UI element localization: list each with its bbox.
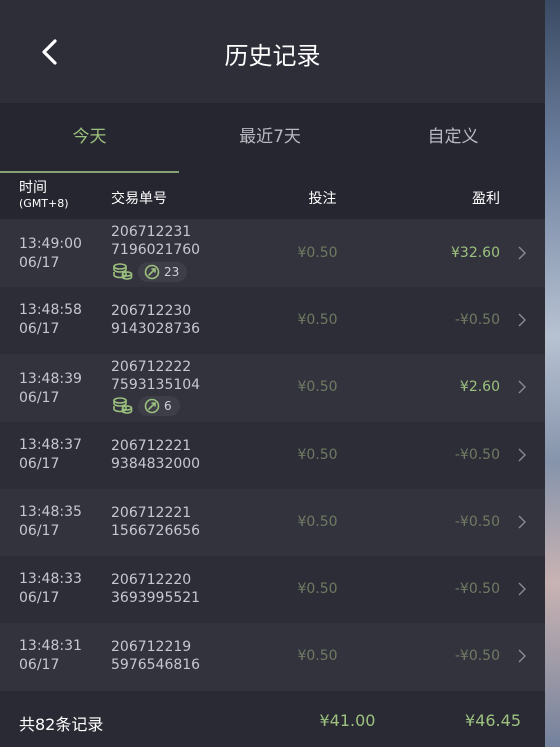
order-number-line1: 206712221 (111, 438, 192, 454)
column-header-timezone: (GMT+8) (19, 197, 69, 210)
order-number-line1: 206712230 (111, 303, 192, 319)
free-spin-badge: 6 (138, 396, 180, 416)
row-order-number: 206712222 7593135104 (111, 358, 200, 394)
row-date-value: 06/17 (19, 590, 60, 606)
row-order-number: 206712220 3693995521 (111, 571, 200, 607)
row-profit: -¥0.50 (454, 514, 500, 530)
tab-bar: 今天 最近7天 自定义 (0, 103, 545, 173)
row-bet: ¥0.50 (297, 648, 338, 664)
chevron-right-icon (514, 312, 530, 328)
tab-custom[interactable]: 自定义 (361, 103, 545, 173)
table-row[interactable]: 13:48:35 06/17 206712221 1566726656 ¥0.5… (0, 489, 545, 556)
table-row[interactable]: 13:48:31 06/17 206712219 5976546816 ¥0.5… (0, 623, 545, 691)
row-time-value: 13:48:39 (19, 371, 82, 387)
row-bet: ¥0.50 (297, 447, 338, 463)
column-header-time: 时间 (GMT+8) (19, 180, 69, 212)
row-order-number: 206712221 1566726656 (111, 504, 200, 540)
chevron-right-icon (514, 514, 530, 530)
order-number-line2: 9384832000 (111, 456, 201, 472)
total-bet: ¥41.00 (319, 711, 376, 730)
order-number-line1: 206712231 (111, 224, 192, 240)
row-date-value: 06/17 (19, 456, 60, 472)
spin-icon (144, 398, 160, 414)
chevron-right-icon (514, 379, 530, 395)
table-row[interactable]: 13:48:33 06/17 206712220 3693995521 ¥0.5… (0, 556, 545, 623)
row-time-value: 13:48:37 (19, 437, 82, 453)
coins-icon (113, 397, 133, 414)
chevron-right-icon (514, 245, 530, 261)
table-row[interactable]: 13:48:37 06/17 206712221 9384832000 ¥0.5… (0, 422, 545, 489)
row-date-value: 06/17 (19, 390, 60, 406)
order-number-line2: 7196021760 (111, 242, 201, 258)
row-profit: -¥0.50 (454, 581, 500, 597)
total-profit: ¥46.45 (465, 711, 521, 730)
free-spin-count: 6 (164, 399, 172, 413)
row-time: 13:48:33 06/17 (19, 570, 82, 608)
row-order-number: 206712221 9384832000 (111, 437, 200, 473)
page-title: 历史记录 (224, 42, 321, 70)
free-spin-badge: 23 (138, 262, 188, 282)
row-bet: ¥0.50 (297, 312, 338, 328)
chevron-right-icon (514, 648, 530, 664)
row-time: 13:48:35 06/17 (19, 503, 82, 541)
row-time-value: 13:49:00 (19, 236, 82, 252)
order-number-line2: 1566726656 (111, 523, 201, 539)
free-spin-count: 23 (164, 265, 180, 279)
row-order-number: 206712219 5976546816 (111, 638, 200, 674)
row-profit: ¥32.60 (451, 245, 500, 261)
order-number-line2: 7593135104 (111, 377, 201, 393)
order-number-line1: 206712219 (111, 639, 192, 655)
column-headers: 时间 (GMT+8) 交易单号 投注 盈利 (0, 173, 545, 219)
table-row[interactable]: 13:49:00 06/17 206712231 7196021760 23 ¥… (0, 219, 545, 287)
row-profit: -¥0.50 (454, 447, 500, 463)
column-header-bet: 投注 (308, 191, 337, 207)
row-time: 13:48:37 06/17 (19, 436, 82, 474)
row-profit: -¥0.50 (454, 648, 500, 664)
order-number-line1: 206712222 (111, 359, 192, 375)
table-row[interactable]: 13:48:58 06/17 206712230 9143028736 ¥0.5… (0, 287, 545, 354)
chevron-right-icon (514, 447, 530, 463)
spin-icon (144, 264, 160, 280)
background-edge (545, 0, 560, 747)
row-profit: ¥2.60 (459, 379, 500, 395)
row-time: 13:48:58 06/17 (19, 301, 82, 339)
row-bet: ¥0.50 (297, 514, 338, 530)
column-header-profit: 盈利 (472, 191, 500, 207)
row-date-value: 06/17 (19, 657, 60, 673)
chevron-right-icon (514, 581, 530, 597)
history-panel: 历史记录 今天 最近7天 自定义 时间 (GMT+8) 交易单号 投注 盈利 1… (0, 0, 545, 747)
row-time: 13:48:31 06/17 (19, 637, 82, 675)
row-order-number: 206712231 7196021760 (111, 223, 200, 259)
coins-icon (113, 263, 133, 280)
column-header-time-label: 时间 (19, 180, 47, 196)
order-number-line1: 206712221 (111, 505, 192, 521)
order-number-line2: 5976546816 (111, 657, 201, 673)
row-time-value: 13:48:35 (19, 504, 82, 520)
row-date-value: 06/17 (19, 255, 60, 271)
row-profit: -¥0.50 (454, 312, 500, 328)
row-bet: ¥0.50 (297, 245, 338, 261)
summary-footer: 共82条记录 ¥41.00 ¥46.45 (0, 691, 545, 747)
row-time-value: 13:48:31 (19, 638, 82, 654)
tab-last-7-days[interactable]: 最近7天 (179, 103, 361, 173)
table-row[interactable]: 13:48:39 06/17 206712222 7593135104 6 ¥0… (0, 354, 545, 422)
row-time-value: 13:48:58 (19, 302, 82, 318)
order-number-line2: 9143028736 (111, 321, 201, 337)
row-time-value: 13:48:33 (19, 571, 82, 587)
column-header-order: 交易单号 (111, 191, 167, 207)
order-number-line1: 206712220 (111, 572, 192, 588)
row-order-number: 206712230 9143028736 (111, 302, 200, 338)
record-count: 共82条记录 (19, 715, 104, 734)
row-date-value: 06/17 (19, 321, 60, 337)
row-bet: ¥0.50 (297, 379, 338, 395)
row-time: 13:49:00 06/17 (19, 235, 82, 273)
row-time: 13:48:39 06/17 (19, 370, 82, 408)
row-date-value: 06/17 (19, 523, 60, 539)
header: 历史记录 (0, 0, 545, 103)
order-number-line2: 3693995521 (111, 590, 201, 606)
tab-today[interactable]: 今天 (0, 103, 179, 173)
row-bet: ¥0.50 (297, 581, 338, 597)
